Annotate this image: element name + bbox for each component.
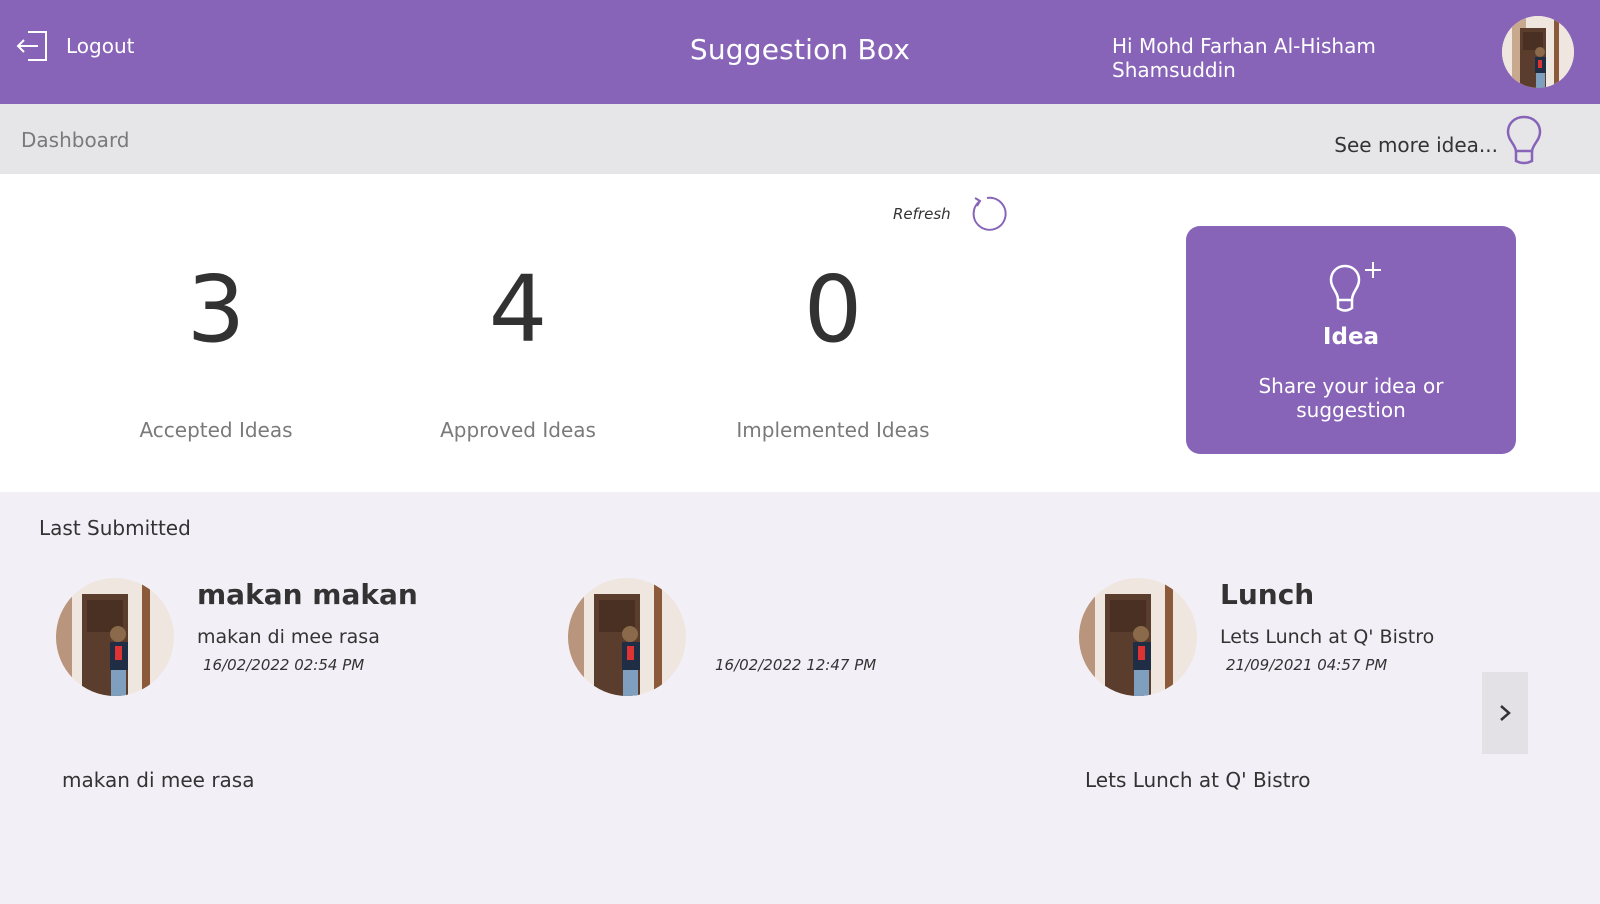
- refresh-icon: [972, 196, 1007, 231]
- dashboard-bar: Dashboard See more idea...: [0, 104, 1600, 174]
- author-avatar: [56, 578, 174, 696]
- user-greeting: Hi Mohd Farhan Al-Hisham Shamsuddin: [1112, 34, 1376, 82]
- new-idea-button[interactable]: Idea Share your idea or suggestion: [1186, 226, 1516, 454]
- breadcrumb: Dashboard: [21, 128, 130, 152]
- stat-approved-ideas: 4 Approved Ideas: [368, 256, 668, 443]
- app-header: Logout Suggestion Box Hi Mohd Farhan Al-…: [0, 0, 1600, 104]
- stat-label: Implemented Ideas: [736, 418, 930, 442]
- see-more-label: See more idea...: [1334, 133, 1498, 157]
- stat-label: Accepted Ideas: [139, 418, 293, 442]
- refresh-button[interactable]: Refresh: [893, 192, 1007, 236]
- lightbulb-icon: [1506, 115, 1542, 165]
- user-avatar[interactable]: [1502, 16, 1574, 88]
- idea-date: 21/09/2021 04:57 PM: [1226, 656, 1388, 674]
- chevron-right-icon: [1500, 705, 1511, 721]
- stat-value: 4: [488, 256, 548, 363]
- idea-body: makan di mee rasa: [62, 768, 255, 792]
- stat-label: Approved Ideas: [440, 418, 596, 442]
- idea-date: 16/02/2022 02:54 PM: [203, 656, 365, 674]
- idea-card-subtitle: Share your idea or suggestion: [1258, 374, 1444, 422]
- author-avatar: [1079, 578, 1197, 696]
- lightbulb-plus-icon: [1329, 262, 1381, 312]
- idea-card-item[interactable]: makan makan makan di mee rasa 16/02/2022…: [56, 578, 536, 792]
- idea-card-item[interactable]: Lunch Lets Lunch at Q' Bistro 21/09/2021…: [1079, 578, 1479, 792]
- idea-card-item[interactable]: 16/02/2022 12:47 PM: [568, 578, 1048, 778]
- idea-body: Lets Lunch at Q' Bistro: [1085, 768, 1311, 792]
- idea-description: makan di mee rasa: [197, 626, 380, 648]
- next-page-button[interactable]: [1482, 672, 1528, 754]
- refresh-label: Refresh: [893, 205, 951, 223]
- idea-title: makan makan: [197, 578, 418, 611]
- stat-value: 0: [803, 256, 863, 363]
- idea-date: 16/02/2022 12:47 PM: [715, 656, 877, 674]
- stat-value: 3: [186, 256, 246, 363]
- stat-implemented-ideas: 0 Implemented Ideas: [683, 256, 983, 443]
- last-submitted-heading: Last Submitted: [39, 516, 191, 540]
- idea-description: Lets Lunch at Q' Bistro: [1220, 626, 1435, 648]
- idea-title: Lunch: [1220, 578, 1315, 611]
- see-more-ideas-button[interactable]: See more idea...: [1334, 112, 1544, 168]
- idea-card-title: Idea: [1322, 324, 1380, 350]
- author-avatar: [568, 578, 686, 696]
- stat-accepted-ideas: 3 Accepted Ideas: [66, 256, 366, 443]
